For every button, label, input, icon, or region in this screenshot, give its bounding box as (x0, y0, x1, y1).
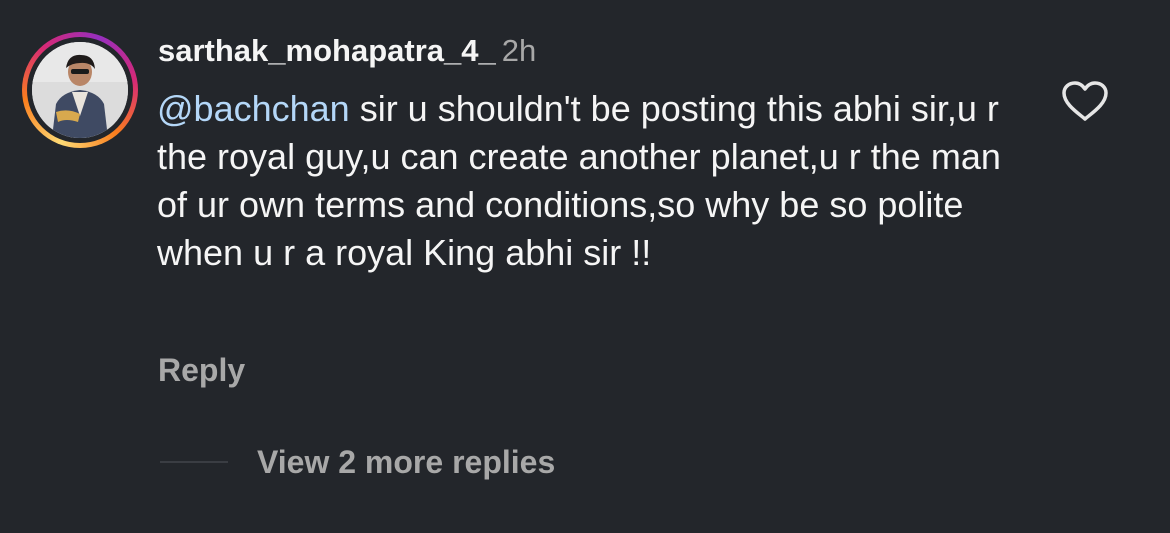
view-more-replies-button[interactable]: View 2 more replies (257, 441, 555, 483)
comment-text: @bachchan sir u shouldn't be posting thi… (157, 85, 1017, 277)
view-replies-divider (160, 461, 228, 463)
avatar[interactable] (32, 42, 128, 138)
reply-button[interactable]: Reply (158, 349, 245, 391)
avatar-image (32, 42, 128, 138)
timestamp: 2h (501, 33, 537, 68)
mention-link[interactable]: @bachchan (157, 88, 350, 129)
like-button[interactable] (1060, 79, 1110, 123)
comment-item: sarthak_mohapatra_4_ 2h @bachchan sir u s… (0, 0, 1170, 533)
heart-outline-icon (1062, 81, 1108, 121)
comment-header: sarthak_mohapatra_4_ 2h (158, 30, 536, 72)
username[interactable]: sarthak_mohapatra_4_ (158, 33, 496, 68)
avatar-story-ring[interactable] (22, 32, 138, 148)
